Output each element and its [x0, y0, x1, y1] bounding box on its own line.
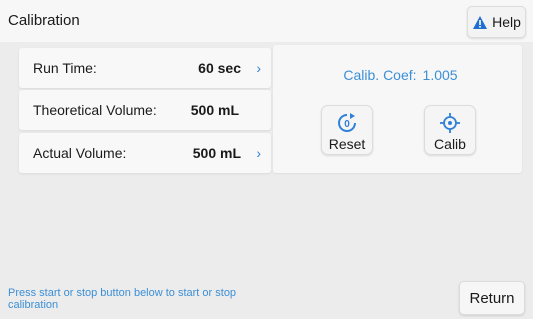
help-label: Help [492, 14, 521, 30]
actual-volume-label: Actual Volume: [33, 145, 127, 161]
svg-text:0: 0 [344, 119, 350, 130]
actual-volume-value: 500 mL [192, 145, 241, 161]
theoretical-volume-value: 500 mL [190, 102, 239, 118]
theoretical-volume-row: Theoretical Volume: 500 mL [19, 90, 271, 130]
crosshair-target-icon [440, 113, 460, 133]
reset-button[interactable]: 0 Reset [321, 105, 373, 155]
run-time-value: 60 sec [198, 60, 241, 76]
theoretical-volume-label: Theoretical Volume: [33, 102, 157, 118]
return-button[interactable]: Return [459, 281, 525, 315]
chevron-right-icon: › [256, 60, 261, 76]
calib-button[interactable]: Calib [424, 105, 476, 155]
chevron-right-icon: › [256, 145, 261, 161]
calib-coef-label: Calib. Coef: [343, 67, 417, 83]
run-time-label: Run Time: [33, 60, 97, 76]
header-bar: Calibration Help [0, 0, 533, 42]
settings-panel: Run Time: 60 sec › Theoretical Volume: 5… [12, 45, 272, 175]
calib-label: Calib [434, 136, 466, 152]
reset-label: Reset [328, 136, 366, 152]
instruction-hint: Press start or stop button below to star… [8, 287, 237, 311]
run-time-row[interactable]: Run Time: 60 sec › [19, 48, 271, 88]
calibration-panel: Calib. Coef: 1.005 0 Reset Calib [273, 45, 522, 173]
help-button[interactable]: Help [467, 6, 526, 38]
page-title: Calibration [8, 12, 80, 29]
warning-triangle-icon [473, 15, 488, 29]
calib-coef-readout: Calib. Coef: 1.005 [273, 67, 522, 83]
actual-volume-row[interactable]: Actual Volume: 500 mL › [19, 133, 271, 173]
calib-coef-value: 1.005 [422, 67, 458, 83]
reset-zero-icon: 0 [338, 113, 356, 132]
